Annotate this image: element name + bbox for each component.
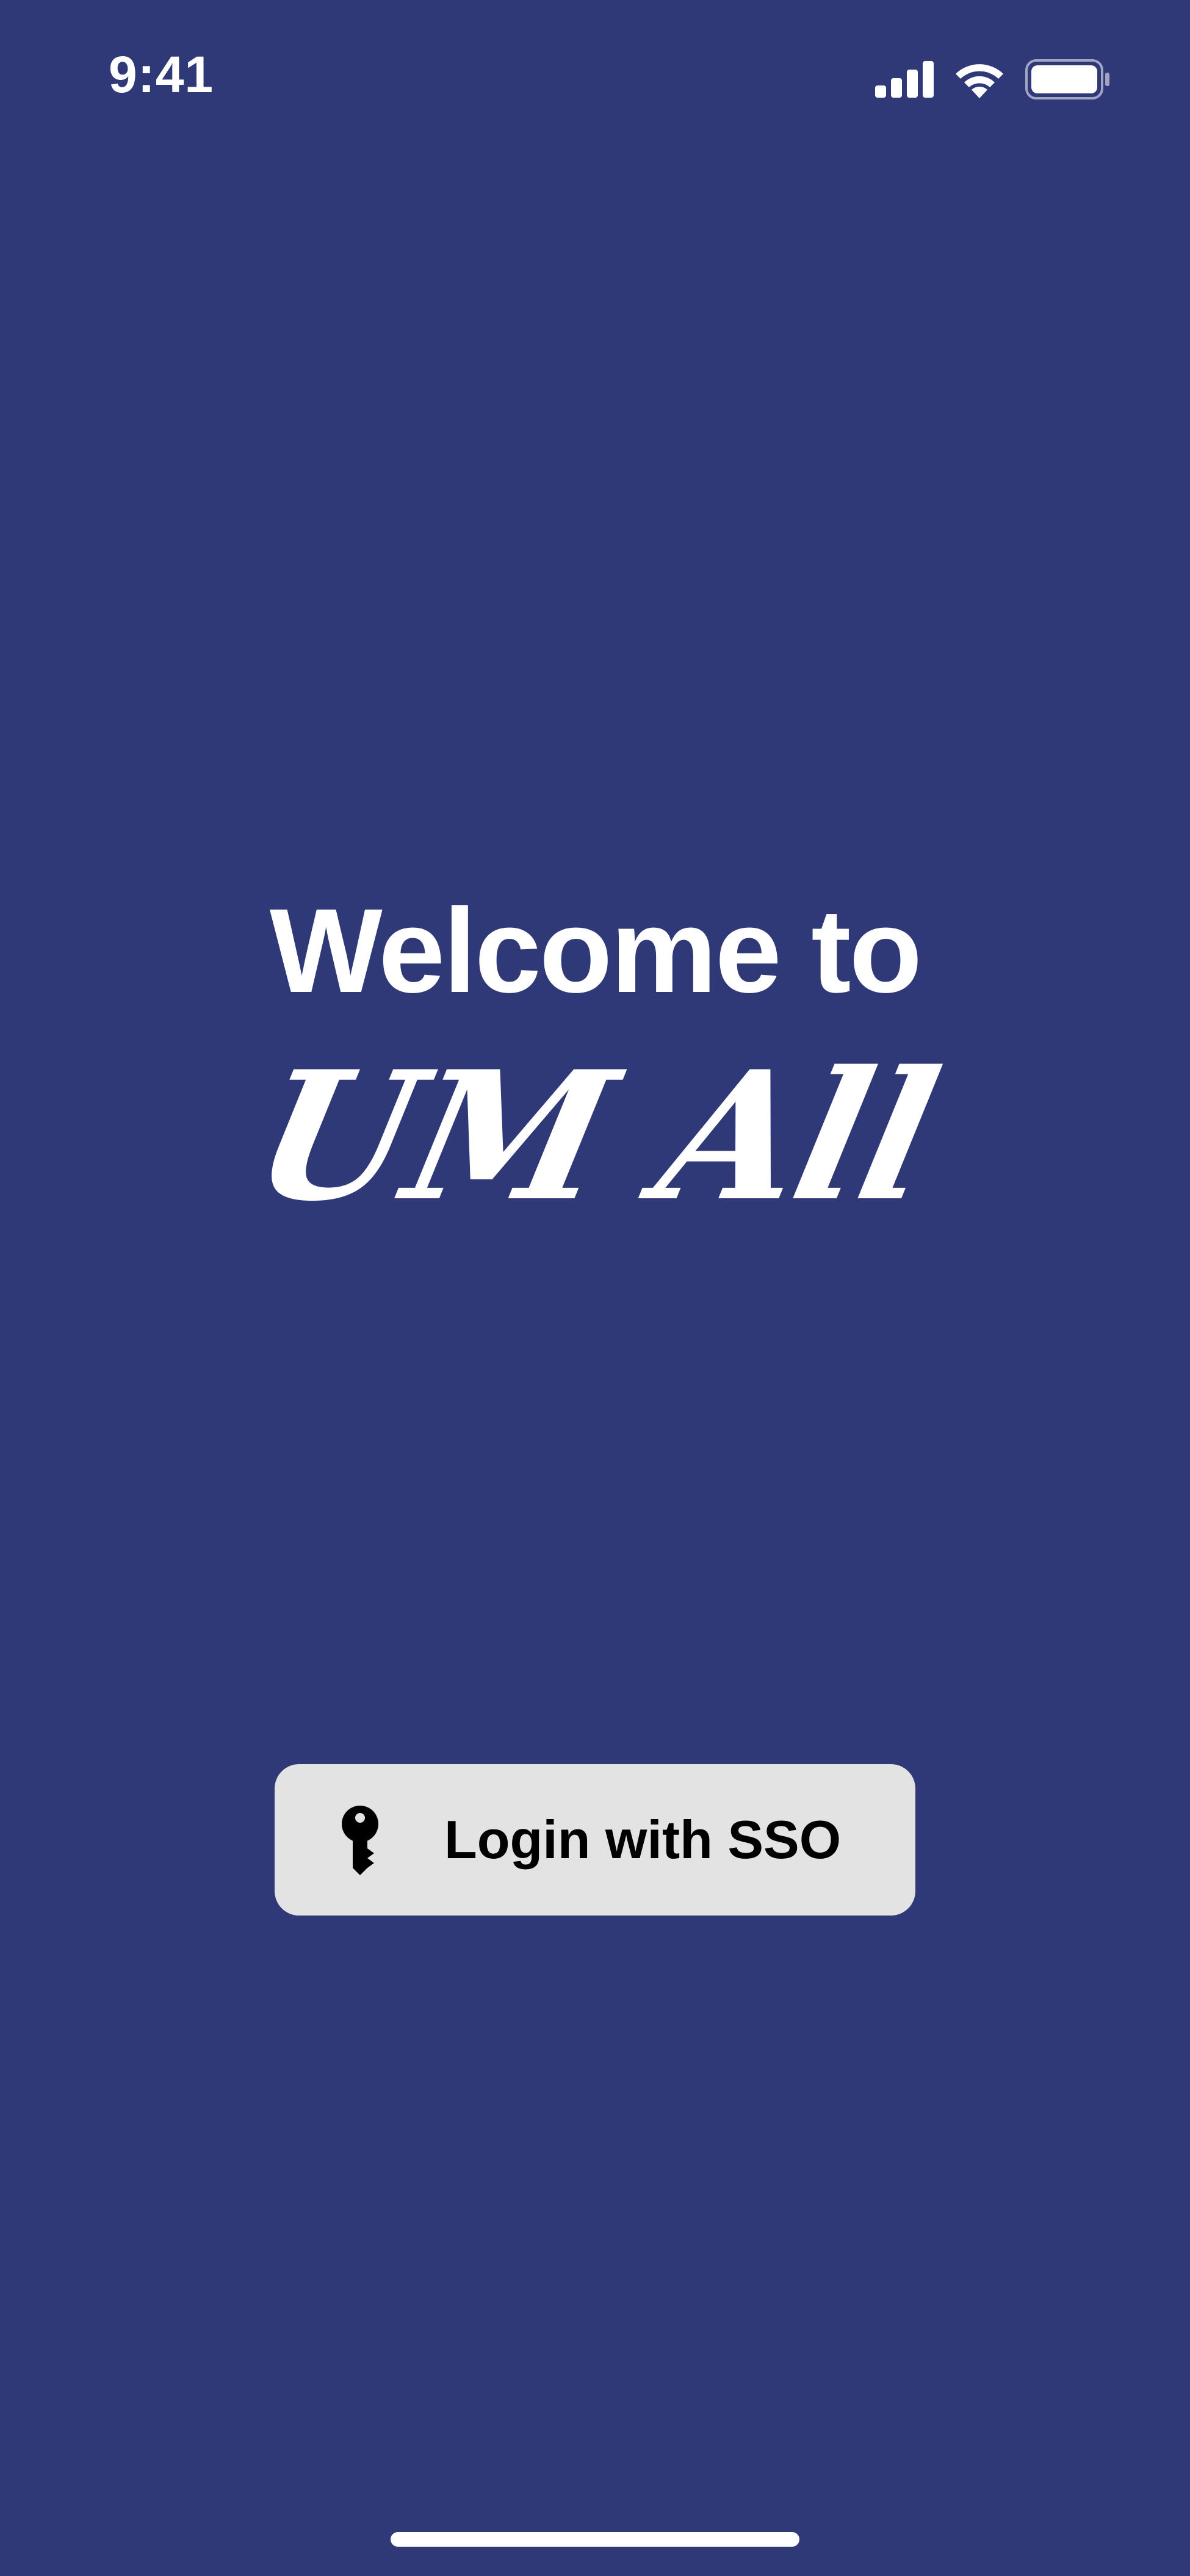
welcome-title: Welcome to [269,884,922,1018]
key-icon [336,1803,384,1876]
home-indicator[interactable] [391,2532,799,2547]
battery-icon [1025,59,1111,99]
status-time: 9:41 [109,46,214,103]
wifi-icon [953,60,1006,98]
login-sso-button[interactable]: Login with SSO [275,1764,915,1916]
cellular-signal-icon [875,61,934,98]
app-name-logo: UM All [238,1033,952,1240]
login-button-label: Login with SSO [444,1809,842,1870]
login-screen: 9:41 Welcome to UM All Login with SSO [0,0,1190,2576]
status-icons [875,58,1111,101]
